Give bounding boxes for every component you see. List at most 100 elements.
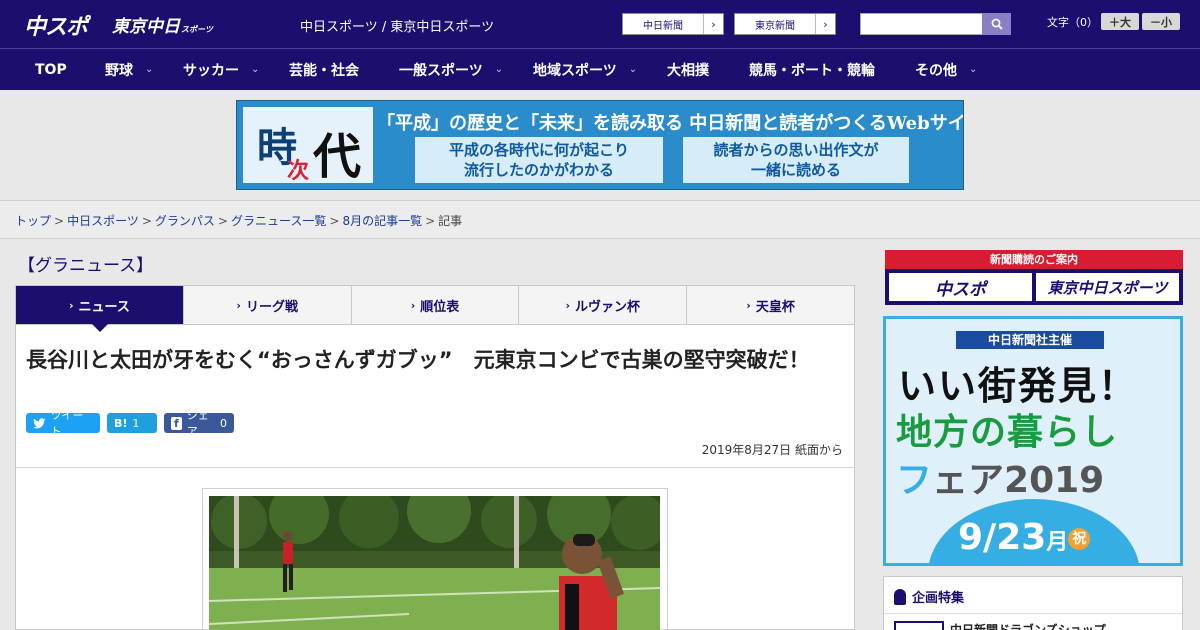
- nav-item-label: サッカー: [183, 62, 239, 79]
- breadcrumb-current: 記事: [438, 214, 463, 228]
- nav-item-racing[interactable]: 競馬・ボート・競輪: [749, 49, 875, 90]
- subscription-ad-title: 新聞購読のご案内: [885, 250, 1183, 269]
- article-divider: [15, 467, 855, 468]
- breadcrumb-separator: >: [425, 214, 436, 228]
- chevron-right-icon: ›: [236, 298, 241, 312]
- chevron-right-icon: ›: [565, 298, 571, 312]
- active-tab-pointer: [92, 324, 108, 332]
- search-input[interactable]: [860, 13, 983, 35]
- nav-item-baseball[interactable]: 野球 ⌄: [105, 49, 153, 90]
- jidai-logo-dai: 代: [313, 129, 362, 185]
- breadcrumb-link[interactable]: トップ: [15, 214, 51, 228]
- tokyo-chunichi-subscribe-logo: 東京中日スポーツ: [1036, 273, 1179, 301]
- nav-item-label: 一般スポーツ: [399, 62, 483, 79]
- chevron-right-icon: ›: [410, 298, 416, 312]
- special-features-box: 企画特集 中日新聞ドラゴンズショップ: [883, 576, 1183, 630]
- nav-item-entertainment[interactable]: 芸能・社会: [289, 49, 359, 90]
- search-button[interactable]: [982, 13, 1011, 35]
- site-header: 中スポ 東京中日スポーツ 中日スポーツ / 東京中日スポーツ 中日新聞 › 東京…: [0, 0, 1200, 48]
- tab-label: 天皇杯: [755, 299, 795, 315]
- dragons-shop-link[interactable]: 中日新聞ドラゴンズショップ: [950, 621, 1106, 630]
- nav-item-label: 野球: [105, 62, 133, 79]
- site-title: 中日スポーツ / 東京中日スポーツ: [300, 20, 495, 35]
- hometown-fair-ad[interactable]: 中日新聞社主催 いい街発見！ 地方の暮らし フェア2019 9/23月祝: [883, 316, 1183, 566]
- section-heading: 【グラニュース】: [18, 256, 154, 276]
- breadcrumb-link[interactable]: グランパス: [155, 214, 215, 228]
- tokyo-chunichi-logo-sub: スポーツ: [181, 25, 213, 34]
- font-smaller-button[interactable]: －小: [1142, 13, 1180, 30]
- fair-date-day: 月: [1046, 530, 1069, 555]
- font-size-label: 文字（0）: [1047, 16, 1098, 29]
- nav-item-label: TOP: [35, 61, 67, 78]
- article-photo: [209, 496, 660, 630]
- fair-date-holiday: 祝: [1068, 528, 1091, 550]
- nav-item-general-sports[interactable]: 一般スポーツ ⌄: [399, 49, 503, 90]
- chuspo-logo[interactable]: 中スポ: [24, 9, 88, 41]
- breadcrumb: トップ > 中日スポーツ > グランパス > グラニュース一覧 >8月の記事一覧 > 記事: [15, 212, 462, 229]
- chevron-down-icon: ⌄: [251, 64, 260, 75]
- medal-icon: [894, 588, 906, 605]
- breadcrumb-separator: >: [329, 214, 340, 228]
- breadcrumb-separator: >: [141, 214, 152, 228]
- fair-headline-2: 地方の暮らし: [896, 412, 1119, 453]
- tweet-button[interactable]: ツイート: [26, 409, 100, 438]
- tokyo-chunichi-logo[interactable]: 東京中日スポーツ: [112, 12, 213, 37]
- nav-item-label: 大相撲: [667, 62, 709, 79]
- tab-emperors-cup[interactable]: › 天皇杯: [686, 286, 854, 324]
- chevron-down-icon: ⌄: [494, 64, 504, 75]
- breadcrumb-link[interactable]: グラニュース一覧: [231, 214, 326, 228]
- soccer-player-photo: [209, 496, 660, 630]
- chevron-down-icon: ⌄: [145, 64, 154, 75]
- search-icon: [991, 18, 1003, 30]
- nav-item-soccer[interactable]: サッカー ⌄: [183, 49, 259, 90]
- banner-feature-text: 読者からの思い出作文が: [713, 141, 879, 159]
- tokyo-shimbun-link[interactable]: 東京新聞 ›: [734, 13, 836, 35]
- facebook-share-label: シェア: [186, 409, 209, 438]
- tweet-label: ツイート: [50, 409, 84, 438]
- jidai-logo-tsugi: 次: [287, 158, 310, 184]
- special-features-heading-label: 企画特集: [912, 591, 965, 606]
- tab-levain-cup[interactable]: › ルヴァン杯: [518, 286, 686, 324]
- tab-label: ニュース: [78, 299, 130, 315]
- dragons-shop-thumbnail[interactable]: [894, 621, 944, 630]
- subscription-ad[interactable]: 新聞購読のご案内 中スポ 東京中日スポーツ: [885, 250, 1183, 305]
- jidai-logo: 時 次 代: [243, 107, 373, 185]
- nav-item-sumo[interactable]: 大相撲: [667, 49, 709, 90]
- hatena-bookmark-button[interactable]: B! 1: [107, 413, 157, 433]
- facebook-share-count: 0: [220, 416, 227, 430]
- fair-date-main: 9/23: [958, 517, 1047, 558]
- nav-item-label: 芸能・社会: [289, 62, 359, 79]
- banner-feature-text: 流行したのかがわかる: [463, 161, 614, 179]
- facebook-share-button[interactable]: f シェア 0: [164, 409, 234, 438]
- breadcrumb-link[interactable]: 8月の記事一覧: [342, 214, 422, 228]
- breadcrumb-bar: トップ > 中日スポーツ > グランパス > グラニュース一覧 >8月の記事一覧 > 記事: [0, 200, 1200, 239]
- news-tabs: › ニュース › リーグ戦 › 順位表 › ルヴァン杯 › 天皇杯: [15, 285, 855, 325]
- chevron-right-icon: ›: [68, 298, 74, 312]
- breadcrumb-separator: >: [217, 214, 228, 228]
- font-larger-button[interactable]: ＋大: [1101, 13, 1139, 30]
- nav-item-other[interactable]: その他 ⌄: [915, 49, 977, 90]
- special-divider: [884, 613, 1182, 614]
- breadcrumb-separator: >: [54, 214, 65, 228]
- nav-item-regional-sports[interactable]: 地域スポーツ ⌄: [533, 49, 637, 90]
- banner-feature-text: 平成の各時代に何が起こり: [448, 141, 629, 159]
- fair-sponsor-badge: 中日新聞社主催: [956, 331, 1104, 349]
- chunichi-shimbun-link[interactable]: 中日新聞 ›: [622, 13, 724, 35]
- heisei-banner-ad[interactable]: 時 次 代 「平成」の歴史と「未来」を読み取る 中日新聞と読者がつくるWebサイ…: [236, 100, 964, 190]
- chunichi-shimbun-link-label: 中日新聞: [643, 20, 683, 32]
- nav-item-label: 地域スポーツ: [533, 62, 617, 79]
- tab-label: リーグ戦: [245, 299, 298, 315]
- nav-item-top[interactable]: TOP: [35, 49, 67, 90]
- tab-label: 順位表: [420, 299, 460, 315]
- tab-standings[interactable]: › 順位表: [350, 286, 519, 324]
- tab-news[interactable]: › ニュース: [16, 286, 183, 324]
- fair-headline-3a: フ: [896, 460, 933, 501]
- banner-headline: 「平成」の歴史と「未来」を読み取る 中日新聞と読者がつくるWebサイト: [377, 113, 964, 134]
- breadcrumb-link[interactable]: 中日スポーツ: [67, 214, 139, 228]
- chevron-right-icon: ›: [815, 14, 835, 34]
- tab-league[interactable]: › リーグ戦: [182, 286, 351, 324]
- tokyo-chunichi-logo-text: 東京中日: [112, 17, 180, 37]
- fair-date: 9/23月祝: [958, 517, 1091, 558]
- banner-feature-box: 読者からの思い出作文が 一緒に読める: [683, 137, 909, 183]
- twitter-bird-icon: [33, 417, 46, 428]
